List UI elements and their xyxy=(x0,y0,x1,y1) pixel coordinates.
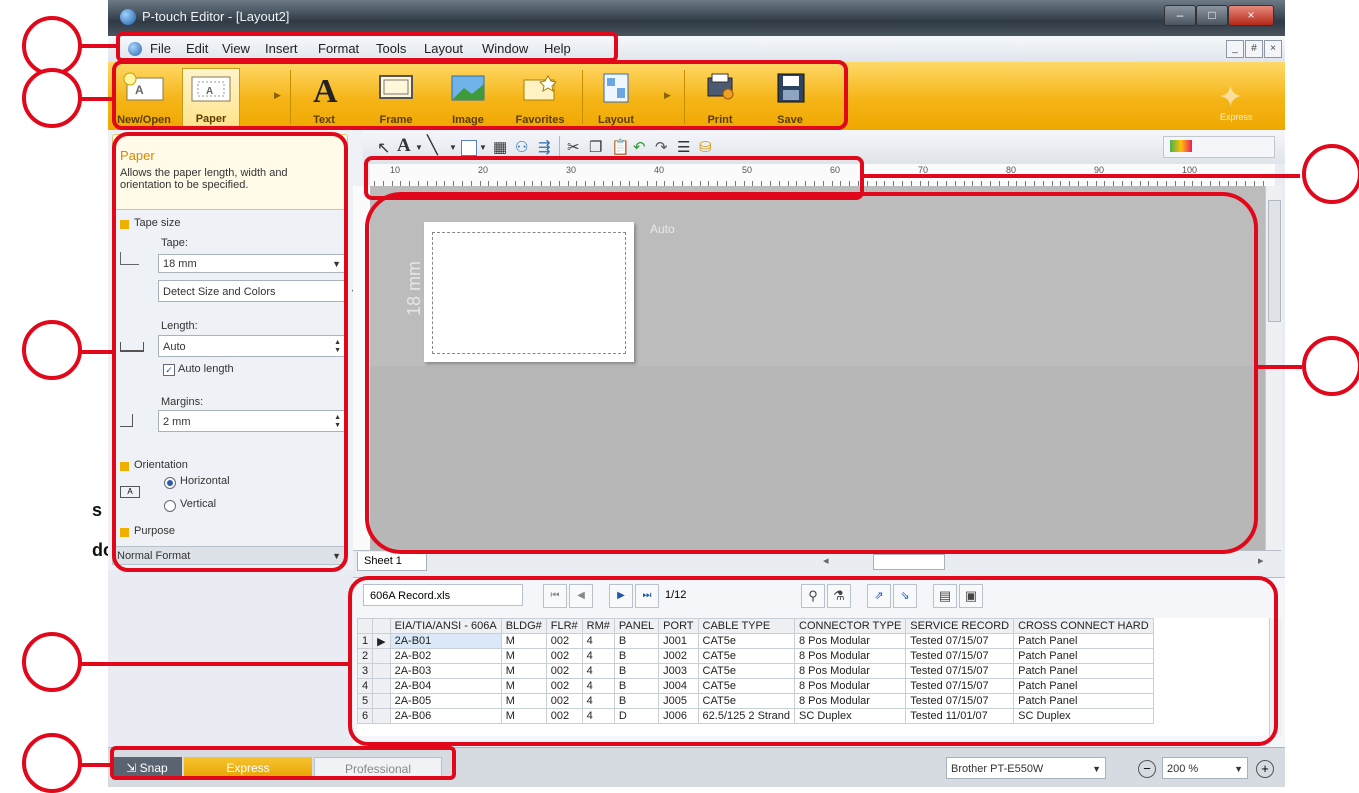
chevron-down-icon: ▼ xyxy=(1092,764,1101,774)
callout-circle-layout-area xyxy=(1302,336,1359,396)
scroll-left-icon[interactable]: ◂ xyxy=(823,554,829,567)
table-tool-icon[interactable]: ▦ xyxy=(493,138,507,156)
callout-line xyxy=(80,662,348,666)
callout-line xyxy=(864,174,1300,178)
window-title: P-touch Editor - [Layout2] xyxy=(142,9,290,24)
style-preview-box[interactable] xyxy=(1163,136,1275,158)
close-button[interactable]: × xyxy=(1228,5,1274,26)
layout-area-highlight xyxy=(365,192,1258,554)
callout-line xyxy=(80,97,112,101)
line-tool-icon[interactable]: ╲ xyxy=(427,135,438,155)
barcode-tool-icon[interactable]: ⚇ xyxy=(515,138,528,156)
scroll-right-icon[interactable]: ▸ xyxy=(1258,554,1264,567)
paste-icon[interactable]: 📋 xyxy=(611,138,630,156)
callout-line xyxy=(1258,365,1302,369)
redo-icon[interactable]: ↷ xyxy=(655,138,668,156)
database-icon[interactable]: ⛁ xyxy=(699,138,712,156)
mdi-restore-button[interactable]: # xyxy=(1245,40,1263,58)
database-highlight xyxy=(348,576,1278,746)
copy-icon[interactable]: ❐ xyxy=(589,138,602,156)
zoom-select[interactable]: 200 % ▼ xyxy=(1162,757,1248,779)
callout-circle-menubar xyxy=(22,16,82,76)
express-mode-label: Express xyxy=(1220,112,1253,122)
title-bar: P-touch Editor - [Layout2] – □ × xyxy=(108,0,1285,36)
zoom-out-icon[interactable]: − xyxy=(1138,760,1156,778)
sheet-tab[interactable]: Sheet 1 xyxy=(357,552,427,571)
printer-value: Brother PT-E550W xyxy=(951,763,1044,775)
callout-circle-property-panel xyxy=(22,320,82,380)
callout-line xyxy=(80,44,116,48)
zoom-in-icon[interactable]: + xyxy=(1256,760,1274,778)
mode-switch-highlight xyxy=(110,746,456,780)
text-tool-icon[interactable]: A xyxy=(397,135,411,156)
printer-select[interactable]: Brother PT-E550W ▼ xyxy=(946,757,1106,779)
callout-line xyxy=(80,763,110,767)
chevron-down-icon: ▼ xyxy=(1234,764,1243,774)
maximize-button[interactable]: □ xyxy=(1196,5,1228,26)
color-swatch-icon xyxy=(1170,140,1192,152)
app-icon xyxy=(120,9,136,25)
horizontal-scrollbar[interactable] xyxy=(873,554,945,570)
callout-circle-ribbon xyxy=(22,68,82,128)
select-pointer-icon[interactable]: ↖ xyxy=(377,138,390,157)
zoom-value: 200 % xyxy=(1167,763,1199,775)
toolbar-separator xyxy=(559,136,560,158)
scroll-thumb[interactable] xyxy=(1268,200,1281,322)
mdi-close-button[interactable]: × xyxy=(1264,40,1282,58)
minimize-button[interactable]: – xyxy=(1164,5,1196,26)
property-panel-highlight xyxy=(112,132,348,572)
outside-text-1: s xyxy=(92,500,103,520)
mdi-minimize-button[interactable]: _ xyxy=(1226,40,1244,58)
undo-icon[interactable]: ↶ xyxy=(633,138,646,156)
callout-circle-mode-switch xyxy=(22,733,82,793)
rectangle-tool-icon[interactable] xyxy=(461,140,477,156)
callout-circle-drawbar xyxy=(1302,144,1359,204)
menubar-highlight xyxy=(116,32,618,62)
cut-icon[interactable]: ✂ xyxy=(567,138,580,156)
express-star-icon: ✦ xyxy=(1218,81,1244,114)
properties-icon[interactable]: ☰ xyxy=(677,138,690,156)
callout-circle-database xyxy=(22,632,82,692)
arrange-tool-icon[interactable]: ⇶ xyxy=(538,138,551,156)
ribbon-highlight xyxy=(112,60,848,130)
callout-line xyxy=(80,350,112,354)
